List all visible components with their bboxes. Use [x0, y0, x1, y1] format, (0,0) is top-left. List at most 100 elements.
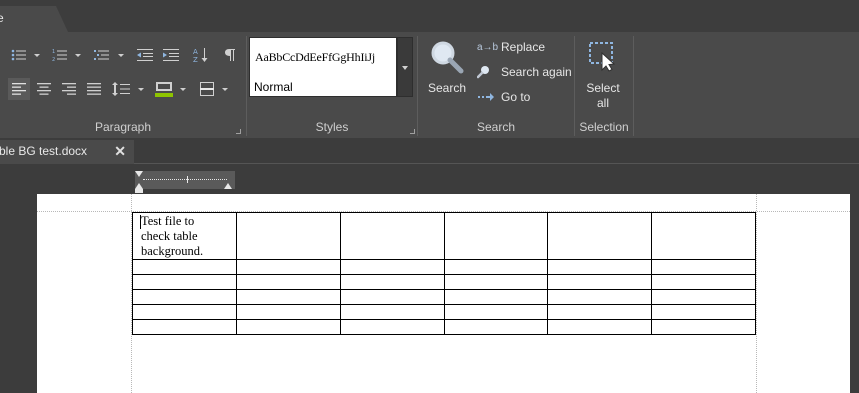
- table-cell[interactable]: [651, 319, 756, 335]
- margin-guide: [756, 194, 757, 393]
- search-again-label: Search again: [501, 65, 572, 79]
- table-cell[interactable]: [236, 274, 341, 290]
- table-cell[interactable]: [340, 304, 445, 320]
- styles-dialog-launcher[interactable]: [410, 129, 415, 134]
- multilevel-list-icon[interactable]: [91, 44, 113, 66]
- table-cell[interactable]: [547, 319, 652, 335]
- sort-icon[interactable]: AZ: [190, 44, 212, 66]
- search-again-button[interactable]: Search again: [477, 65, 572, 79]
- left-indent-marker[interactable]: [135, 189, 143, 193]
- style-preview-text: AaBbCcDdEeFfGgHhIiJj: [255, 50, 375, 64]
- table-cell[interactable]: [236, 319, 341, 335]
- table-cell[interactable]: [132, 274, 237, 290]
- numbered-list-icon[interactable]: 12: [49, 44, 71, 66]
- horizontal-ruler[interactable]: [135, 171, 235, 193]
- align-left-icon[interactable]: [8, 78, 30, 100]
- align-right-icon[interactable]: [58, 78, 80, 100]
- replace-button[interactable]: a→b Replace: [477, 40, 545, 54]
- table-cell[interactable]: [444, 212, 548, 260]
- table-cell[interactable]: [651, 304, 756, 320]
- table-cell[interactable]: [444, 304, 548, 320]
- shading-icon[interactable]: [153, 78, 175, 100]
- document-page[interactable]: Test file to check table background.: [37, 194, 850, 393]
- table-cell[interactable]: [547, 212, 652, 260]
- table-cell[interactable]: [651, 289, 756, 305]
- table-cell[interactable]: [444, 274, 548, 290]
- table-cell[interactable]: [547, 274, 652, 290]
- document-tab[interactable]: ble BG test.docx ✕: [0, 140, 134, 164]
- select-all-label-line1: Select: [586, 81, 620, 95]
- select-all-label-line2: all: [596, 96, 609, 110]
- right-indent-marker[interactable]: [224, 183, 232, 189]
- table-row: [132, 304, 756, 320]
- goto-button[interactable]: Go to: [477, 90, 530, 104]
- increase-indent-icon[interactable]: [160, 44, 182, 66]
- table-cell[interactable]: [547, 259, 652, 275]
- goto-label: Go to: [501, 90, 531, 104]
- paragraph-group-label: Paragraph: [94, 120, 152, 134]
- shading-dropdown[interactable]: [179, 78, 187, 100]
- close-icon[interactable]: ✕: [114, 143, 126, 160]
- text-cursor: [140, 215, 141, 229]
- table-cell[interactable]: [340, 212, 445, 260]
- table-cell[interactable]: [340, 274, 445, 290]
- multilevel-list-dropdown[interactable]: [117, 44, 125, 66]
- paragraph-dialog-launcher[interactable]: [236, 129, 241, 134]
- justify-icon[interactable]: [83, 78, 105, 100]
- table-cell[interactable]: [236, 304, 341, 320]
- bulleted-list-dropdown[interactable]: [33, 44, 41, 66]
- magnifier-icon: [431, 41, 464, 74]
- table-cell[interactable]: [132, 319, 237, 335]
- numbered-list-dropdown[interactable]: [74, 44, 82, 66]
- table-cell[interactable]: [236, 259, 341, 275]
- table-row: [132, 319, 756, 335]
- styles-gallery-more-button[interactable]: [397, 37, 413, 97]
- table-cell[interactable]: [444, 289, 548, 305]
- ruler-tick: [187, 176, 188, 183]
- ruler-bar: [0, 165, 859, 194]
- table-cell[interactable]: [651, 259, 756, 275]
- search-button-label: Search: [427, 81, 467, 95]
- table-cell[interactable]: [444, 259, 548, 275]
- replace-label: Replace: [501, 40, 546, 54]
- bulleted-list-icon[interactable]: [8, 44, 30, 66]
- first-cell-line: check table: [141, 229, 198, 243]
- table-cell[interactable]: [340, 319, 445, 335]
- first-cell-text: Test file to check table background.: [133, 213, 236, 259]
- table-cell[interactable]: [340, 289, 445, 305]
- line-spacing-icon[interactable]: [110, 78, 132, 100]
- table-cell[interactable]: [651, 274, 756, 290]
- table-cell[interactable]: [444, 319, 548, 335]
- pilcrow-icon[interactable]: [219, 44, 241, 66]
- table-cell[interactable]: [547, 289, 652, 305]
- select-all-button[interactable]: Select all: [580, 40, 626, 111]
- styles-group-label: Styles: [315, 120, 349, 134]
- styles-gallery[interactable]: AaBbCcDdEeFfGgHhIiJj Normal: [249, 37, 397, 97]
- table-cell[interactable]: [651, 212, 756, 260]
- svg-text:2: 2: [52, 57, 55, 62]
- replace-icon: a→b: [477, 41, 499, 53]
- first-line-indent-marker[interactable]: [135, 171, 143, 177]
- table-cell[interactable]: [132, 289, 237, 305]
- table-cell[interactable]: [236, 212, 341, 260]
- document-table[interactable]: Test file to check table background.: [132, 212, 756, 335]
- document-tab-bar: ble BG test.docx ✕: [0, 138, 859, 164]
- table-cell[interactable]: [132, 304, 237, 320]
- table-row: [132, 259, 756, 275]
- ruler-ticks: [143, 179, 227, 180]
- select-all-icon: [589, 42, 616, 72]
- table-cell[interactable]: [132, 259, 237, 275]
- table-cell[interactable]: [547, 304, 652, 320]
- line-spacing-dropdown[interactable]: [137, 78, 145, 100]
- borders-icon[interactable]: [196, 78, 218, 100]
- align-center-icon[interactable]: [33, 78, 55, 100]
- table-cell[interactable]: [236, 289, 341, 305]
- file-menu-tab[interactable]: e: [0, 6, 68, 32]
- table-cell[interactable]: Test file to check table background.: [132, 212, 237, 260]
- table-cell[interactable]: [340, 259, 445, 275]
- ribbon: 12 AZ Paragraph Styles AaBbCcDdEeFfGgHhI…: [0, 32, 859, 138]
- search-button[interactable]: Search: [426, 40, 468, 95]
- decrease-indent-icon[interactable]: [134, 44, 156, 66]
- borders-dropdown[interactable]: [221, 78, 229, 100]
- search-group-label: Search: [476, 120, 516, 134]
